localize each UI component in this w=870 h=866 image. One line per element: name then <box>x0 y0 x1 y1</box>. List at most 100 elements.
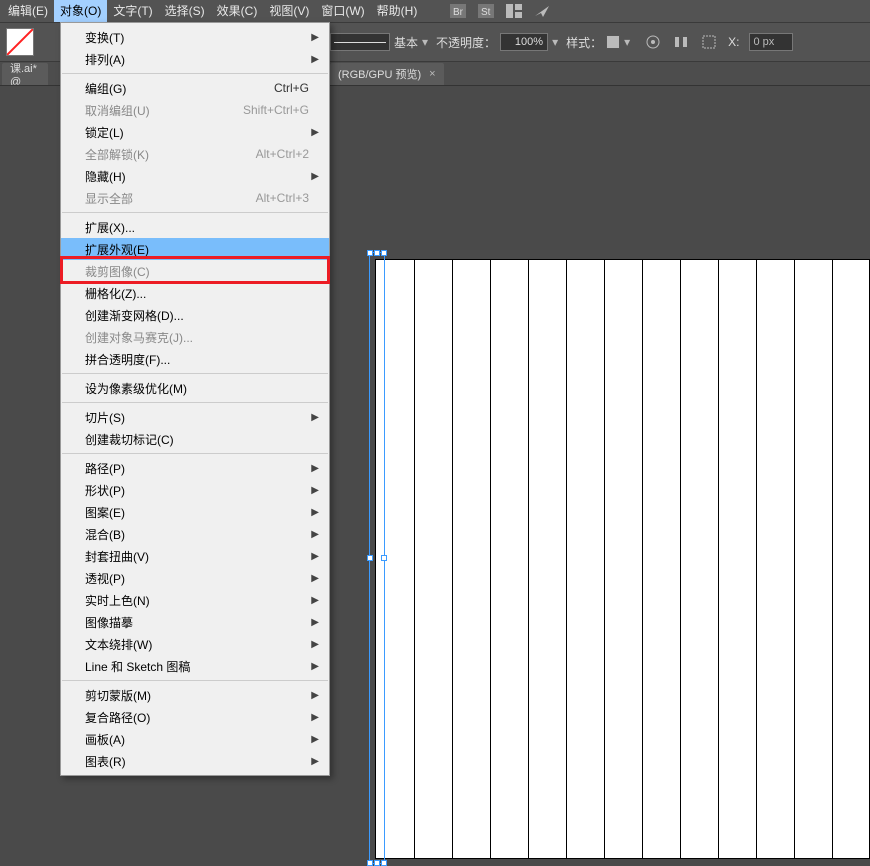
menu-item[interactable]: 混合(B)▶ <box>61 523 329 545</box>
grid-line <box>528 260 529 858</box>
menu-item-label: 封套扭曲(V) <box>85 548 149 565</box>
chevron-down-icon: ▾ <box>422 35 428 49</box>
menu-item-label: 创建渐变网格(D)... <box>85 307 184 324</box>
submenu-arrow-icon: ▶ <box>311 756 319 767</box>
submenu-arrow-icon: ▶ <box>311 54 319 65</box>
style-swatch[interactable] <box>606 35 620 49</box>
menu-help[interactable]: 帮助(H) <box>371 0 424 22</box>
menu-item[interactable]: 拼合透明度(F)... <box>61 348 329 370</box>
menu-item[interactable]: 图像描摹 ▶ <box>61 611 329 633</box>
align-icon[interactable] <box>672 33 690 51</box>
grid-line <box>452 260 453 858</box>
menu-item[interactable]: 编组(G)Ctrl+G <box>61 77 329 99</box>
menu-item[interactable]: 画板(A)▶ <box>61 728 329 750</box>
menu-item[interactable]: 透视(P)▶ <box>61 567 329 589</box>
menu-item-label: 排列(A) <box>85 51 125 68</box>
selection-handle[interactable] <box>374 250 380 256</box>
menu-window[interactable]: 窗口(W) <box>315 0 370 22</box>
selection-handle[interactable] <box>367 250 373 256</box>
paperplane-icon[interactable] <box>533 2 551 20</box>
menu-item[interactable]: 实时上色(N)▶ <box>61 589 329 611</box>
menu-item[interactable]: Line 和 Sketch 图稿 ▶ <box>61 655 329 677</box>
menu-item[interactable]: 创建裁切标记(C) <box>61 428 329 450</box>
menu-item-label: 锁定(L) <box>85 124 124 141</box>
menu-separator <box>62 373 328 374</box>
menu-item-label: 图表(R) <box>85 753 126 770</box>
menu-item[interactable]: 路径(P)▶ <box>61 457 329 479</box>
submenu-arrow-icon: ▶ <box>311 127 319 138</box>
stock-icon[interactable]: St <box>477 2 495 20</box>
menu-select[interactable]: 选择(S) <box>159 0 211 22</box>
tab-document-left[interactable]: 课.ai* @ <box>2 63 48 85</box>
menu-effect[interactable]: 效果(C) <box>211 0 264 22</box>
recolor-icon[interactable] <box>644 33 662 51</box>
submenu-arrow-icon: ▶ <box>311 617 319 628</box>
menu-item-label: 取消编组(U) <box>85 102 150 119</box>
stroke-style-field[interactable]: 基本 ▾ <box>330 33 428 51</box>
selection-handle[interactable] <box>381 860 387 866</box>
grid-line <box>794 260 795 858</box>
menu-text[interactable]: 文字(T) <box>107 0 158 22</box>
submenu-arrow-icon: ▶ <box>311 661 319 672</box>
menu-item-shortcut: Ctrl+G <box>274 81 309 95</box>
artboard[interactable] <box>375 259 870 859</box>
menu-item-label: 透视(P) <box>85 570 125 587</box>
object-menu-dropdown: 变换(T)▶ 排列(A) ▶ 编组(G)Ctrl+G取消编组(U)Shift+Ctrl… <box>60 22 330 776</box>
selection-handle[interactable] <box>381 555 387 561</box>
arrange-docs-icon[interactable] <box>505 2 523 20</box>
menu-item[interactable]: 图表(R) ▶ <box>61 750 329 772</box>
tab-label: 课.ai* @ <box>10 63 40 85</box>
menu-item[interactable]: 切片(S)▶ <box>61 406 329 428</box>
menu-item[interactable]: 隐藏(H)▶ <box>61 165 329 187</box>
fill-stroke-swatch[interactable] <box>6 28 34 56</box>
submenu-arrow-icon: ▶ <box>311 171 319 182</box>
menu-edit[interactable]: 编辑(E) <box>2 0 54 22</box>
selection-handle[interactable] <box>367 860 373 866</box>
menu-item[interactable]: 创建渐变网格(D)... <box>61 304 329 326</box>
x-value-input[interactable]: 0 px <box>749 33 793 51</box>
menu-separator <box>62 680 328 681</box>
menu-item-label: 混合(B) <box>85 526 125 543</box>
menu-item-label: 复合路径(O) <box>85 709 150 726</box>
menu-item-label: 画板(A) <box>85 731 125 748</box>
opacity-field: 不透明度： 100% ▾ <box>436 33 558 51</box>
menu-item-shortcut: Alt+Ctrl+2 <box>256 147 309 161</box>
close-icon[interactable]: × <box>429 68 435 80</box>
menu-item[interactable]: 设为像素级优化(M) <box>61 377 329 399</box>
menu-object[interactable]: 对象(O) <box>54 0 107 22</box>
menu-item[interactable]: 封套扭曲(V)▶ <box>61 545 329 567</box>
menu-item[interactable]: 锁定(L) ▶ <box>61 121 329 143</box>
selection-box[interactable] <box>369 252 385 864</box>
menu-item-label: 图像描摹 <box>85 614 133 631</box>
bridge-icon[interactable]: Br <box>449 2 467 20</box>
menu-item-label: 路径(P) <box>85 460 125 477</box>
menu-item[interactable]: 复合路径(O)▶ <box>61 706 329 728</box>
menu-item[interactable]: 栅格化(Z)... <box>61 282 329 304</box>
menu-item[interactable]: 排列(A) ▶ <box>61 48 329 70</box>
menu-item-label: 栅格化(Z)... <box>85 285 146 302</box>
menu-item[interactable]: 形状(P)▶ <box>61 479 329 501</box>
menu-item[interactable]: 图案(E)▶ <box>61 501 329 523</box>
menu-item[interactable]: 剪切蒙版(M)▶ <box>61 684 329 706</box>
menu-separator <box>62 453 328 454</box>
menu-item[interactable]: 扩展(X)... <box>61 216 329 238</box>
menu-item[interactable]: 变换(T)▶ <box>61 26 329 48</box>
selection-handle[interactable] <box>367 555 373 561</box>
menu-item-label: Line 和 Sketch 图稿 <box>85 658 190 675</box>
menu-item[interactable]: 扩展外观(E) <box>61 238 329 260</box>
tab-document-main[interactable]: (RGB/GPU 预览) × <box>330 63 444 85</box>
transform-icon[interactable] <box>700 33 718 51</box>
menu-item: 取消编组(U)Shift+Ctrl+G <box>61 99 329 121</box>
opacity-input[interactable]: 100% <box>500 33 548 51</box>
menu-item[interactable]: 文本绕排(W)▶ <box>61 633 329 655</box>
menu-item-label: 形状(P) <box>85 482 125 499</box>
selection-handle[interactable] <box>374 860 380 866</box>
menu-view[interactable]: 视图(V) <box>263 0 315 22</box>
submenu-arrow-icon: ▶ <box>311 690 319 701</box>
submenu-arrow-icon: ▶ <box>311 32 319 43</box>
svg-text:Br: Br <box>453 7 464 18</box>
grid-line <box>604 260 605 858</box>
selection-handle[interactable] <box>381 250 387 256</box>
grid-line <box>756 260 757 858</box>
grid-line <box>490 260 491 858</box>
